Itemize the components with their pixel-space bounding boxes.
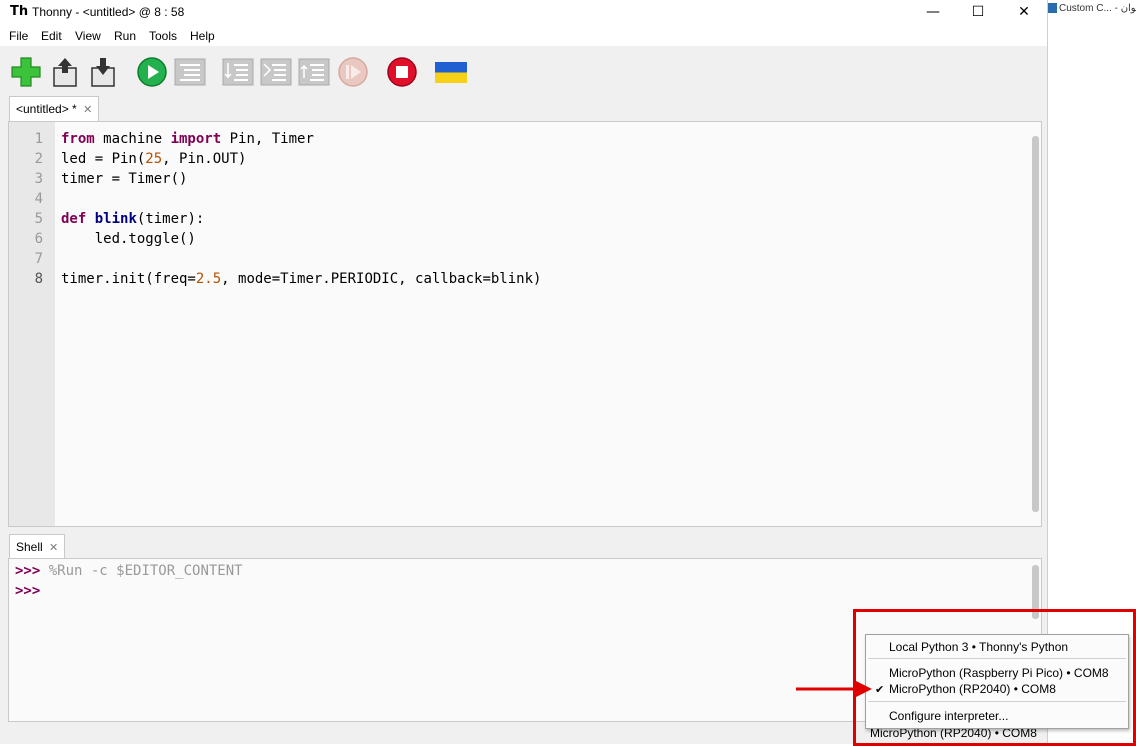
- tab-untitled[interactable]: <untitled> * ✕: [9, 96, 100, 121]
- close-button[interactable]: ✕: [1001, 0, 1047, 26]
- background-window-tab[interactable]: Custom C... - حوان: [1048, 0, 1136, 20]
- line-number: 3: [34, 171, 43, 187]
- line-number-gutter: 1 2 3 4 5 6 7 8: [9, 122, 55, 526]
- keyword: import: [170, 131, 222, 147]
- shell-line: >>>: [15, 583, 40, 599]
- keyword: from: [61, 131, 95, 147]
- code-text: timer.init(freq=: [61, 271, 196, 287]
- line-number: 2: [34, 151, 43, 167]
- title-bar[interactable]: Th Thonny - <untitled> @ 8 : 58 — ☐ ✕: [0, 0, 1047, 26]
- shell-command: %Run -c $EDITOR_CONTENT: [40, 563, 243, 579]
- menu-file[interactable]: File: [9, 29, 28, 43]
- annotation-arrow-icon: [796, 681, 872, 697]
- step-into-icon[interactable]: [260, 56, 292, 88]
- resume-icon[interactable]: [337, 56, 369, 88]
- stop-icon[interactable]: [386, 56, 418, 88]
- menu-view[interactable]: View: [75, 29, 101, 43]
- ukraine-flag-icon[interactable]: [435, 62, 467, 83]
- keyword: def: [61, 211, 87, 227]
- editor-tab-bar: <untitled> * ✕: [0, 96, 1047, 122]
- function-name: blink: [94, 211, 137, 227]
- line-number: 4: [34, 191, 43, 207]
- menu-tools[interactable]: Tools: [149, 29, 177, 43]
- window-title: Thonny - <untitled> @ 8 : 58: [32, 5, 185, 19]
- code-text: (timer):: [136, 211, 205, 227]
- line-number: 5: [34, 211, 43, 227]
- tab-shell[interactable]: Shell ✕: [9, 534, 66, 559]
- minimize-button[interactable]: —: [910, 0, 956, 26]
- tab-label: <untitled> *: [16, 102, 77, 116]
- shell-line: >>> %Run -c $EDITOR_CONTENT: [15, 563, 243, 579]
- close-tab-icon[interactable]: ✕: [49, 541, 58, 554]
- code-text: machine: [94, 131, 171, 147]
- debug-icon[interactable]: [174, 56, 206, 88]
- run-icon[interactable]: [136, 56, 168, 88]
- code-line: timer = Timer(): [61, 171, 187, 187]
- number-literal: 2.5: [195, 271, 222, 287]
- thonny-logo-icon: Th: [10, 4, 29, 19]
- code-line: from machine import Pin, Timer: [61, 131, 314, 147]
- step-over-icon[interactable]: [222, 56, 254, 88]
- code-line: timer.init(freq=2.5, mode=Timer.PERIODIC…: [61, 271, 541, 287]
- line-number: 6: [34, 231, 43, 247]
- tab-label: Shell: [16, 540, 43, 554]
- background-window-title: Custom C... - حوان: [1059, 3, 1136, 14]
- editor-scrollbar[interactable]: [1032, 136, 1039, 512]
- code-line: led.toggle(): [61, 231, 196, 247]
- maximize-button[interactable]: ☐: [955, 0, 1001, 26]
- code-text: led.toggle(): [61, 231, 196, 247]
- code-text: led = Pin(: [61, 151, 146, 167]
- toolbar: [0, 46, 1047, 96]
- new-file-icon[interactable]: [10, 56, 42, 88]
- line-number: 1: [34, 131, 43, 147]
- menu-bar: File Edit View Run Tools Help: [0, 26, 1047, 46]
- shell-prompt: >>>: [15, 583, 41, 599]
- line-number: 7: [34, 251, 43, 267]
- number-literal: 25: [145, 151, 163, 167]
- code-editor[interactable]: 1 2 3 4 5 6 7 8 from machine import Pin,…: [8, 121, 1042, 527]
- save-file-icon[interactable]: [87, 56, 119, 88]
- close-tab-icon[interactable]: ✕: [83, 103, 92, 116]
- line-number-current: 8: [34, 271, 43, 287]
- app-icon: [1048, 3, 1057, 13]
- code-text: timer = Timer(): [61, 171, 188, 187]
- annotation-highlight-box: [853, 609, 1136, 746]
- code-text: Pin, Timer: [221, 131, 314, 147]
- open-file-icon[interactable]: [49, 56, 81, 88]
- menu-edit[interactable]: Edit: [41, 29, 62, 43]
- menu-help[interactable]: Help: [190, 29, 215, 43]
- code-line: led = Pin(25, Pin.OUT): [61, 151, 246, 167]
- code-line: def blink(timer):: [61, 211, 204, 227]
- code-text: , Pin.OUT): [162, 151, 247, 167]
- shell-prompt: >>>: [15, 563, 41, 579]
- menu-run[interactable]: Run: [114, 29, 136, 43]
- step-out-icon[interactable]: [298, 56, 330, 88]
- code-text: , mode=Timer.PERIODIC, callback=blink): [221, 271, 542, 287]
